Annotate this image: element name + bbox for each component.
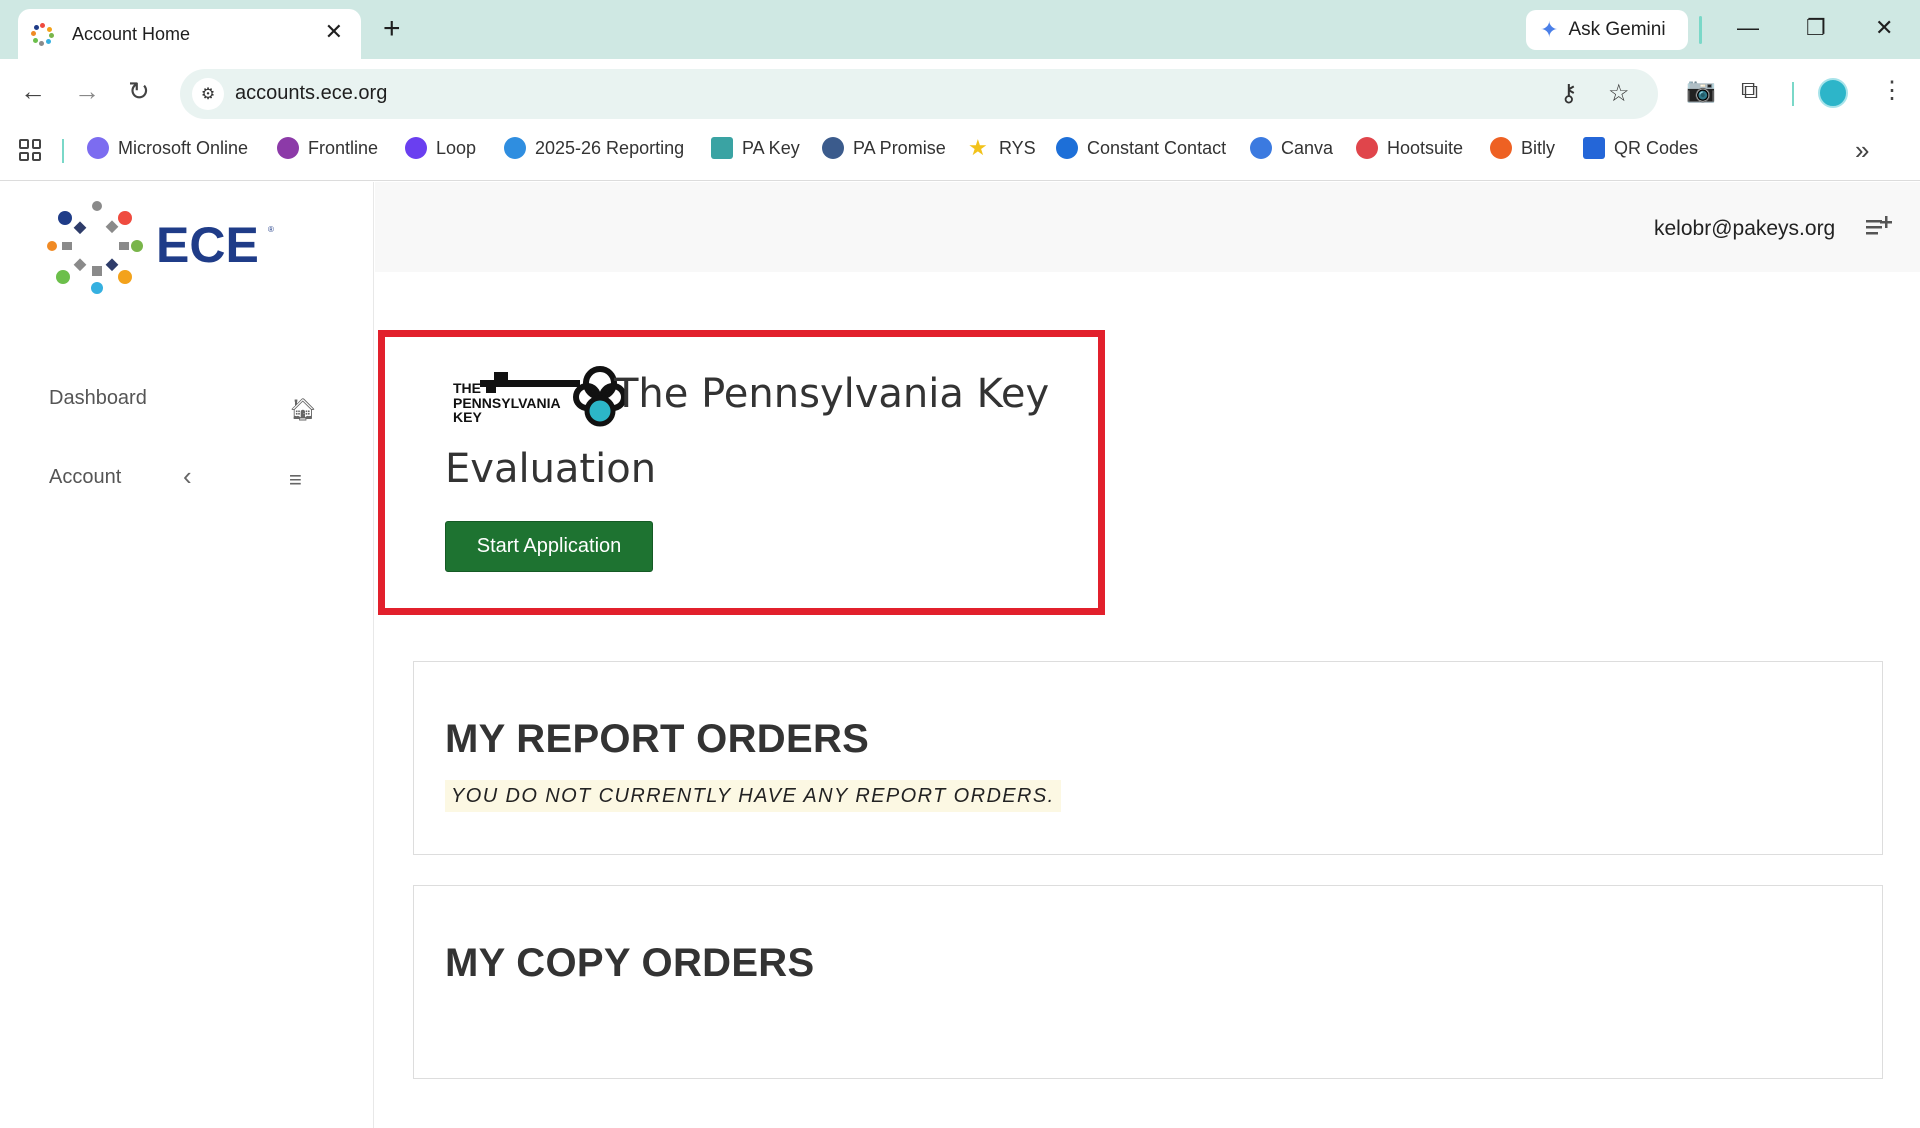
top-bar: kelobr@pakeys.org bbox=[375, 182, 1920, 272]
playlist-add-icon[interactable] bbox=[1864, 212, 1894, 242]
hootsuite-owl-icon bbox=[1356, 137, 1378, 159]
copy-orders-title: MY COPY ORDERS bbox=[445, 941, 815, 985]
qr-code-icon bbox=[1583, 137, 1605, 159]
site-info-icon[interactable]: ⚙ bbox=[192, 78, 224, 110]
pa-key-evaluation-card: THE PENNSYLVANIA KEY The Pennsylvania Ke… bbox=[378, 330, 1105, 615]
canva-icon bbox=[1250, 137, 1272, 159]
bookmark-bitly[interactable]: Bitly bbox=[1490, 137, 1555, 159]
svg-text:®: ® bbox=[268, 225, 274, 234]
user-email[interactable]: kelobr@pakeys.org bbox=[1654, 217, 1835, 241]
bookmark-loop[interactable]: Loop bbox=[405, 137, 476, 159]
bookmark-constant-contact[interactable]: Constant Contact bbox=[1056, 137, 1226, 159]
svg-text:KEY: KEY bbox=[453, 409, 482, 425]
bookmark-pa-key[interactable]: PA Key bbox=[711, 137, 800, 159]
tab-title: Account Home bbox=[72, 23, 191, 44]
sidebar: ECE ® Dashboard 🏠︎ Account ‹ ≡ bbox=[0, 182, 374, 1128]
toolbar-divider bbox=[1792, 82, 1794, 106]
home-icon[interactable]: 🏠︎ bbox=[289, 398, 317, 422]
bookmark-qr-codes[interactable]: QR Codes bbox=[1583, 137, 1698, 159]
new-tab-icon[interactable]: + bbox=[383, 14, 401, 44]
address-bar[interactable]: ⚙ accounts.ece.org ⚷ ☆ bbox=[180, 69, 1658, 119]
pa-key-icon bbox=[711, 137, 733, 159]
forward-arrow-icon[interactable]: → bbox=[74, 77, 100, 105]
gemini-sparkle-icon: ✦ bbox=[1540, 17, 1559, 42]
loop-icon bbox=[405, 137, 427, 159]
restore-icon[interactable]: ❐ bbox=[1806, 13, 1826, 43]
bookmark-microsoft-online[interactable]: Microsoft Online bbox=[87, 137, 248, 159]
more-bookmarks-icon[interactable]: » bbox=[1855, 135, 1869, 166]
bookmark-frontline[interactable]: Frontline bbox=[277, 137, 378, 159]
bookmark-pa-promise[interactable]: PA Promise bbox=[822, 137, 946, 159]
browser-tab-strip: Account Home ✕ + ✦ Ask Gemini — ❐ ✕ bbox=[0, 0, 1920, 59]
back-arrow-icon[interactable]: ← bbox=[20, 77, 46, 105]
report-orders-title: MY REPORT ORDERS bbox=[445, 717, 870, 761]
bookmark-star-icon[interactable]: ☆ bbox=[1608, 80, 1630, 108]
screenshot-camera-icon[interactable]: 📷 bbox=[1686, 77, 1716, 105]
svg-text:THE: THE bbox=[453, 380, 481, 396]
start-application-button[interactable]: Start Application bbox=[445, 521, 653, 572]
chevron-left-icon[interactable]: ‹ bbox=[183, 463, 192, 489]
reload-icon[interactable]: ↻ bbox=[128, 77, 150, 105]
sidebar-item-account[interactable]: Account bbox=[49, 466, 121, 489]
bookmark-reporting[interactable]: 2025-26 Reporting bbox=[504, 137, 684, 159]
browser-toolbar: ← → ↻ ⚙ accounts.ece.org ⚷ ☆ 📷 ⧉ ⋮ bbox=[0, 59, 1920, 123]
constant-contact-icon bbox=[1056, 137, 1078, 159]
ece-logo[interactable]: ECE ® bbox=[46, 198, 276, 306]
sidebar-item-dashboard[interactable]: Dashboard bbox=[49, 387, 147, 410]
tabstrip-divider bbox=[1699, 16, 1702, 44]
pennsylvania-key-logo: THE PENNSYLVANIA KEY bbox=[453, 366, 627, 427]
star-icon: ★ bbox=[968, 135, 988, 160]
ask-gemini-button[interactable]: ✦ Ask Gemini bbox=[1526, 10, 1688, 50]
profile-avatar-icon[interactable] bbox=[1818, 78, 1848, 108]
bookmarks-divider bbox=[62, 139, 64, 163]
url-text: accounts.ece.org bbox=[235, 82, 388, 104]
wordpress-icon bbox=[822, 137, 844, 159]
browser-tab-account-home[interactable]: Account Home ✕ bbox=[18, 9, 361, 59]
password-key-icon[interactable]: ⚷ bbox=[1560, 80, 1578, 108]
menu-icon[interactable]: ≡ bbox=[289, 468, 302, 492]
close-tab-icon[interactable]: ✕ bbox=[325, 20, 343, 44]
minimize-icon[interactable]: — bbox=[1737, 13, 1759, 43]
bookmark-hootsuite[interactable]: Hootsuite bbox=[1356, 137, 1463, 159]
window-close-icon[interactable]: ✕ bbox=[1875, 13, 1893, 43]
onedrive-cloud-icon bbox=[504, 137, 526, 159]
browser-menu-icon[interactable]: ⋮ bbox=[1880, 77, 1904, 105]
evaluation-subtitle: Evaluation bbox=[445, 446, 657, 492]
no-report-orders-notice: YOU DO NOT CURRENTLY HAVE ANY REPORT ORD… bbox=[445, 780, 1061, 812]
extensions-puzzle-icon[interactable]: ⧉ bbox=[1741, 77, 1758, 105]
ece-logo-text: ECE bbox=[156, 217, 259, 273]
ask-gemini-label: Ask Gemini bbox=[1568, 19, 1666, 40]
pa-key-title: The Pennsylvania Key bbox=[614, 371, 1050, 417]
report-orders-panel: MY REPORT ORDERS YOU DO NOT CURRENTLY HA… bbox=[413, 661, 1883, 855]
bookmark-rys[interactable]: ★ RYS bbox=[968, 137, 1036, 159]
apps-grid-icon[interactable] bbox=[19, 139, 41, 161]
page-content: ECE ® Dashboard 🏠︎ Account ‹ ≡ kelobr@pa… bbox=[0, 182, 1920, 1128]
bitly-icon bbox=[1490, 137, 1512, 159]
frontline-icon bbox=[277, 137, 299, 159]
copy-orders-panel: MY COPY ORDERS bbox=[413, 885, 1883, 1079]
ece-favicon-icon bbox=[30, 22, 54, 46]
microsoft-copilot-icon bbox=[87, 137, 109, 159]
bookmark-canva[interactable]: Canva bbox=[1250, 137, 1333, 159]
bookmarks-bar: Microsoft Online Frontline Loop 2025-26 … bbox=[0, 123, 1920, 181]
